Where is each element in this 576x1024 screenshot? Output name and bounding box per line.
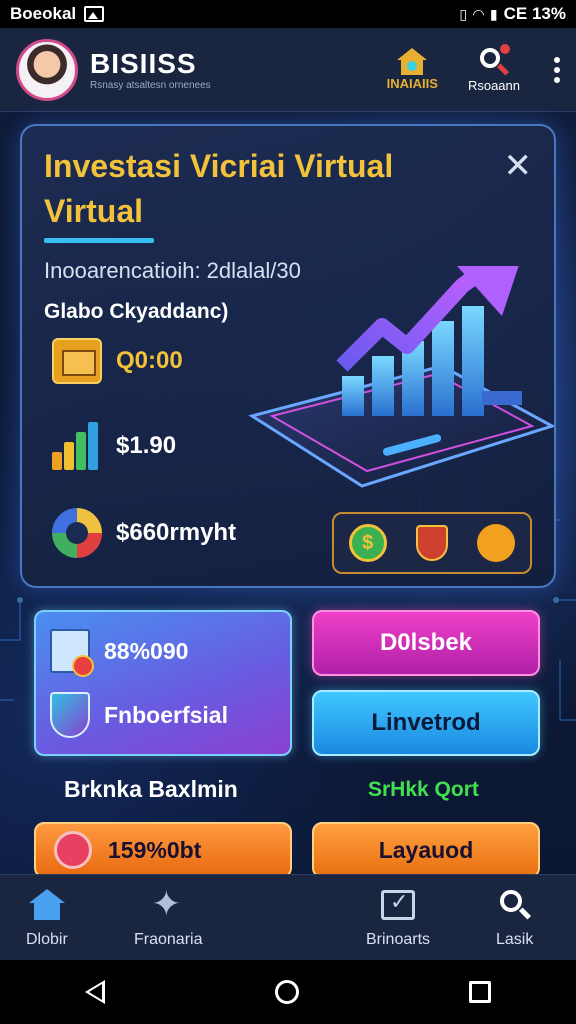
- portfolio-row-1[interactable]: 88%090: [50, 624, 276, 678]
- hero-row-2: $1.90: [52, 422, 176, 470]
- mail-icon: [381, 889, 416, 920]
- brand: BISIISS Rsnasy atsaltesn ornenees: [90, 48, 211, 91]
- close-icon[interactable]: ✕: [504, 146, 533, 186]
- row-3-value: $660rmyht: [116, 519, 237, 546]
- portfolio-row-2[interactable]: Fnboerfsial: [50, 688, 276, 742]
- left-section-label: Brknka Baxlmin: [64, 776, 238, 802]
- avatar[interactable]: [16, 38, 78, 101]
- row-2-value: $1.90: [116, 432, 177, 459]
- nav-item-mail[interactable]: Brinoarts: [366, 885, 430, 949]
- home-action-label: INAIAIIS: [386, 76, 438, 91]
- nav-search-label: Lasik: [496, 931, 534, 948]
- pink-action-button[interactable]: D0lsbek: [312, 610, 540, 676]
- orange-left-button[interactable]: 159%0bt: [34, 822, 292, 878]
- gear-icon: [52, 508, 102, 558]
- home-icon: [397, 48, 428, 76]
- status-bar: Boeokal ▯ ◠ ▮ CE 13%: [0, 0, 576, 28]
- star-icon: [151, 883, 185, 925]
- more-menu-icon[interactable]: [554, 56, 560, 83]
- growth-chart-illustration: [248, 266, 554, 488]
- portfolio-row-1-label: 88%090: [104, 637, 189, 664]
- status-left-text: Boeokal: [10, 4, 77, 23]
- orange-left-label: 159%0bt: [108, 836, 202, 863]
- card-title: Investasi Vicriai Virtual Virtual: [44, 148, 394, 229]
- nav-item-star[interactable]: Fraonaria: [134, 883, 203, 949]
- document-icon: [50, 629, 94, 677]
- cyan-action-button[interactable]: Linvetrod: [312, 690, 540, 756]
- portfolio-card[interactable]: 88%090 Fnboerfsial: [34, 610, 292, 756]
- nav-star-label: Fraonaria: [134, 931, 203, 948]
- portfolio-row-2-label: Fnboerfsial: [104, 701, 228, 728]
- badge-icon: [54, 831, 92, 869]
- dollar-coin-icon[interactable]: $: [348, 524, 387, 562]
- bar-chart-icon: [52, 422, 102, 470]
- nav-item-search[interactable]: Lasik: [496, 885, 533, 949]
- wifi-icon: ◠: [473, 5, 484, 22]
- section-label: Glabo Ckyaddanc): [44, 300, 229, 323]
- home-circle-icon[interactable]: [275, 980, 299, 1004]
- orange-right-button[interactable]: Layauod: [312, 822, 540, 878]
- home-action-button[interactable]: INAIAIIS: [387, 48, 438, 91]
- hero-row-1: Q0:00: [52, 338, 183, 384]
- quick-actions: $: [332, 512, 532, 574]
- signal-icon: ▮: [489, 5, 498, 22]
- nav-home-label: Dlobir: [26, 931, 68, 948]
- battery-text: CE 13%: [503, 4, 566, 23]
- hero-row-3: $660rmyht: [52, 508, 236, 558]
- row-1-value: Q0:00: [116, 347, 183, 374]
- search-action-label: Rsoaann: [467, 78, 520, 93]
- search-icon: [498, 888, 532, 922]
- bottom-navigation: Dlobir Fraonaria Brinoarts Lasik: [0, 874, 576, 960]
- app-bar: BISIISS Rsnasy atsaltesn ornenees INAIAI…: [0, 28, 576, 112]
- envelope-icon: [52, 338, 102, 384]
- recent-apps-icon[interactable]: [469, 981, 491, 1003]
- title-underline: [44, 238, 154, 243]
- system-navigation-bar: [0, 960, 576, 1024]
- nav-mail-label: Brinoarts: [366, 931, 431, 948]
- image-notification-icon: [84, 6, 105, 22]
- cog-icon[interactable]: [477, 524, 516, 562]
- search-action-button[interactable]: Rsoaann: [467, 44, 520, 93]
- vibrate-icon: ▯: [459, 5, 468, 22]
- investment-card: Investasi Vicriai Virtual Virtual ✕ Inoo…: [20, 124, 556, 588]
- brand-subtitle: Rsnasy atsaltesn ornenees: [90, 80, 211, 91]
- search-icon: [478, 44, 510, 78]
- brand-title: BISIISS: [90, 48, 197, 79]
- home-icon: [28, 889, 65, 921]
- shield-icon: [50, 692, 90, 738]
- back-icon[interactable]: [85, 980, 105, 1004]
- shield-icon[interactable]: [415, 525, 448, 561]
- right-section-label: SrHkk Qort: [368, 778, 479, 801]
- nav-item-home[interactable]: Dlobir: [26, 885, 68, 949]
